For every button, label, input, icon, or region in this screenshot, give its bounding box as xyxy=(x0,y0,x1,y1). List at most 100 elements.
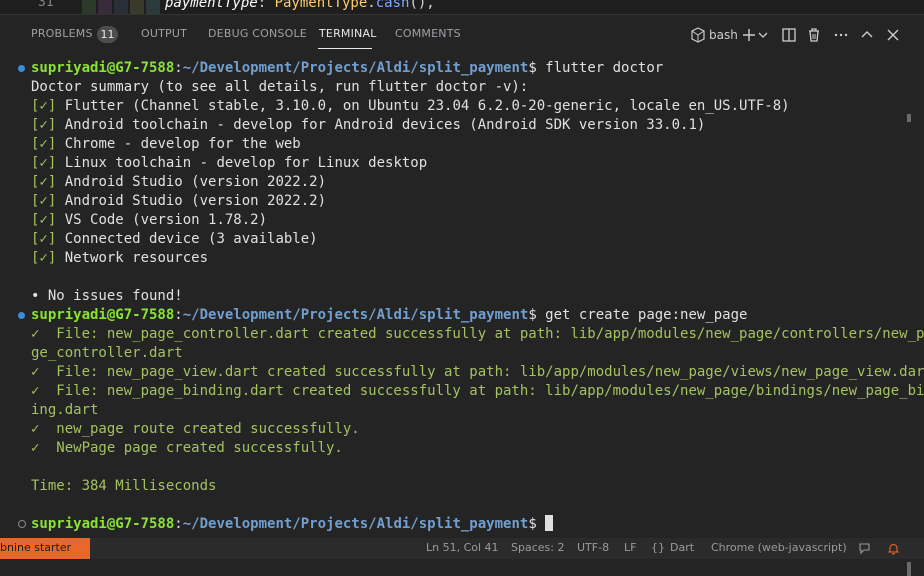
scrollbar-thumb-top[interactable] xyxy=(907,114,911,122)
check-text: Linux toolchain - develop for Linux desk… xyxy=(56,155,428,171)
check-line: [✓] VS Code (version 1.78.2) xyxy=(31,211,267,230)
editor-peek: 31 paymentType: PaymentType.cash(), xyxy=(0,0,924,14)
command-success-decoration[interactable] xyxy=(18,65,25,72)
prompt-separator: : xyxy=(174,516,183,532)
device-selector[interactable]: Chrome (web-javascript) xyxy=(711,541,847,554)
command-text: flutter doctor xyxy=(545,60,664,76)
tab-terminal[interactable]: TERMINAL xyxy=(319,27,377,40)
check-mark: [✓] xyxy=(31,250,57,266)
status-left-item[interactable]: bnine starter xyxy=(0,538,90,559)
get-output-line: ge_controller.dart xyxy=(31,345,183,361)
no-issues-line: • No issues found! xyxy=(31,288,183,304)
check-line: [✓] Connected device (3 available) xyxy=(31,230,318,249)
terminal-cursor xyxy=(545,515,554,531)
scrollbar-thumb[interactable] xyxy=(907,562,911,576)
check-text: Android Studio (version 2022.2) xyxy=(56,193,327,209)
check-line: [✓] Android Studio (version 2022.2) xyxy=(31,173,326,192)
get-output-line: ✓ new_page route created successfully. xyxy=(31,421,360,437)
trash-icon[interactable] xyxy=(805,26,823,44)
line-number: 31 xyxy=(38,0,54,10)
terminal-output[interactable]: supriyadi@G7-7588:~/Development/Projects… xyxy=(0,54,924,576)
tab-output[interactable]: OUTPUT xyxy=(141,27,187,40)
close-panel-icon[interactable] xyxy=(884,26,902,44)
doctor-summary: Doctor summary (to see all details, run … xyxy=(31,79,529,95)
cursor-position[interactable]: Ln 51, Col 41 xyxy=(426,541,499,554)
prompt-symbol: $ xyxy=(528,516,546,532)
split-terminal-icon[interactable] xyxy=(780,26,798,44)
notifications-bell-icon[interactable] xyxy=(887,542,900,555)
language-braces-icon: {} xyxy=(651,541,665,554)
code-dot: . xyxy=(367,0,376,11)
check-mark: [✓] xyxy=(31,212,57,228)
prompt-path: ~/Development/Projects/Aldi/split_paymen… xyxy=(182,307,529,323)
panel-header: PROBLEMS 11 OUTPUT DEBUG CONSOLE TERMINA… xyxy=(0,14,924,55)
more-actions-icon[interactable] xyxy=(832,26,850,44)
check-mark: [✓] xyxy=(31,193,57,209)
check-text: Chrome - develop for the web xyxy=(56,136,301,152)
get-output-line: ing.dart xyxy=(31,402,99,418)
maximize-panel-icon[interactable] xyxy=(858,26,876,44)
check-text: Android Studio (version 2022.2) xyxy=(56,174,327,190)
feedback-icon[interactable] xyxy=(858,542,871,555)
chevron-down-icon[interactable] xyxy=(757,26,769,44)
terminal-shell-icon[interactable] xyxy=(689,26,707,44)
get-output-line: ✓ File: new_page_binding.dart created su… xyxy=(31,383,924,399)
language-mode[interactable]: Dart xyxy=(670,541,694,554)
command-pending-decoration[interactable] xyxy=(18,520,26,528)
code-colon: : xyxy=(257,0,275,11)
check-mark: [✓] xyxy=(31,174,57,190)
prompt-user: supriyadi@G7-7588 xyxy=(31,516,175,532)
check-text: VS Code (version 1.78.2) xyxy=(56,212,268,228)
check-line: [✓] Chrome - develop for the web xyxy=(31,135,301,154)
prompt-path: ~/Development/Projects/Aldi/split_paymen… xyxy=(182,516,529,532)
check-line: [✓] Android Studio (version 2022.2) xyxy=(31,192,326,211)
check-text: Flutter (Channel stable, 3.10.0, on Ubun… xyxy=(56,98,790,114)
indent-guides xyxy=(82,0,162,14)
code-property: paymentType xyxy=(165,0,258,11)
check-mark: [✓] xyxy=(31,98,57,114)
prompt-line: supriyadi@G7-7588:~/Development/Projects… xyxy=(31,59,663,78)
check-line: [✓] Network resources xyxy=(31,249,208,268)
check-line: [✓] Flutter (Channel stable, 3.10.0, on … xyxy=(31,97,790,116)
status-bar: bnine starter Ln 51, Col 41 Spaces: 2 UT… xyxy=(0,538,924,559)
shell-name[interactable]: bash xyxy=(709,28,738,42)
encoding[interactable]: UTF-8 xyxy=(577,541,609,554)
check-mark: [✓] xyxy=(31,117,57,133)
command-text: get create page:new_page xyxy=(545,307,748,323)
check-text: Android toolchain - develop for Android … xyxy=(56,117,706,133)
problems-count-badge: 11 xyxy=(97,26,118,43)
tab-comments[interactable]: COMMENTS xyxy=(395,27,461,40)
check-line: [✓] Linux toolchain - develop for Linux … xyxy=(31,154,427,173)
check-line: [✓] Android toolchain - develop for Andr… xyxy=(31,116,705,135)
check-mark: [✓] xyxy=(31,155,57,171)
get-output-line: ✓ File: new_page_controller.dart created… xyxy=(31,326,924,342)
check-text: Network resources xyxy=(56,250,209,266)
prompt-symbol: $ xyxy=(528,307,546,323)
get-output-line: ✓ NewPage page created successfully. xyxy=(31,440,343,456)
status-left-label: bnine starter xyxy=(0,541,72,554)
active-tab-indicator xyxy=(318,48,372,49)
check-mark: [✓] xyxy=(31,136,57,152)
prompt-symbol: $ xyxy=(528,60,546,76)
check-text: Connected device (3 available) xyxy=(56,231,318,247)
editor-gutter: 31 xyxy=(0,0,80,14)
tab-debug-console[interactable]: DEBUG CONSOLE xyxy=(208,27,307,40)
prompt-path: ~/Development/Projects/Aldi/split_paymen… xyxy=(182,60,529,76)
new-terminal-icon[interactable] xyxy=(740,26,758,44)
tab-problems[interactable]: PROBLEMS xyxy=(31,27,93,40)
check-mark: [✓] xyxy=(31,231,57,247)
prompt-line: supriyadi@G7-7588:~/Development/Projects… xyxy=(31,306,747,325)
code-type: PaymentType xyxy=(274,0,368,11)
end-of-line[interactable]: LF xyxy=(624,541,636,554)
prompt-separator: : xyxy=(174,307,183,323)
code-tail: (), xyxy=(409,0,435,11)
prompt-separator: : xyxy=(174,60,183,76)
prompt-line[interactable]: supriyadi@G7-7588:~/Development/Projects… xyxy=(31,515,554,534)
prompt-user: supriyadi@G7-7588 xyxy=(31,307,175,323)
get-output-line: ✓ File: new_page_view.dart created succe… xyxy=(31,364,924,380)
indentation[interactable]: Spaces: 2 xyxy=(511,541,564,554)
code-function: cash xyxy=(375,0,410,11)
command-success-decoration[interactable] xyxy=(18,312,25,319)
code-line[interactable]: paymentType: PaymentType.cash(), xyxy=(165,0,435,11)
time-line: Time: 384 Milliseconds xyxy=(31,478,217,494)
